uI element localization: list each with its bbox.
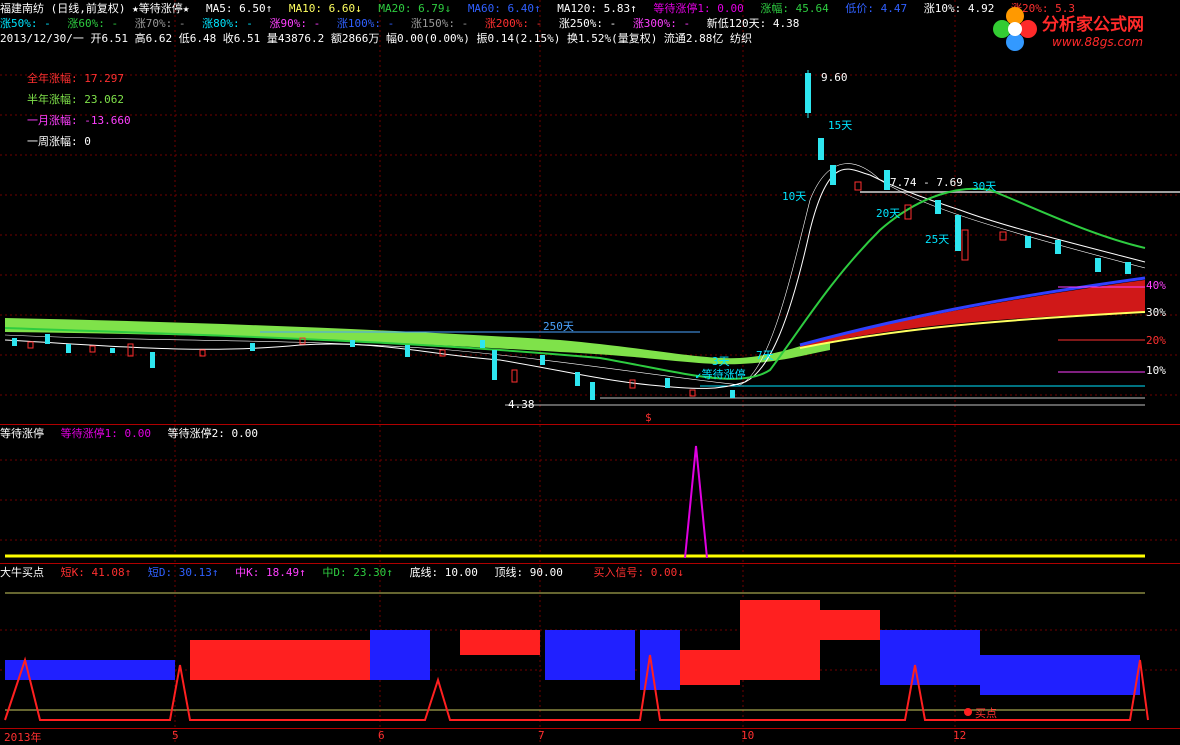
ma5-value: MA5: 6.50↑ <box>205 2 273 15</box>
label-15d: 15天 <box>828 119 853 132</box>
z90-value: 涨90%: - <box>269 17 321 30</box>
stock-title[interactable]: 福建南纺 (日线,前复权) ★等待涨停★ <box>0 2 189 15</box>
label-10d: 10天 <box>782 190 807 203</box>
pct40-label: 40% <box>1146 279 1166 292</box>
xaxis-label-1: 5 <box>172 729 179 742</box>
ma120-value: MA120: 5.83↑ <box>557 2 637 15</box>
ma60-value: MA60: 6.40↑ <box>467 2 541 15</box>
z70-value: 涨70%: - <box>134 17 186 30</box>
midk-value: 中K: 18.49↑ <box>235 566 306 579</box>
xaxis-label-4: 10 <box>741 729 755 742</box>
panel2-wait1: 等待涨停1: 0.00 <box>60 427 151 440</box>
xaxis-label-5: 12 <box>953 729 967 742</box>
shortk-value: 短K: 41.08↑ <box>60 566 132 579</box>
pct30-label: 30% <box>1146 306 1166 319</box>
label-30d: 30天 <box>972 180 997 193</box>
gain-value: 涨幅: 45.64 <box>760 2 829 15</box>
logo-name: 分析家公式网 <box>1042 15 1144 35</box>
z10-value: 涨10%: 4.92 <box>923 2 995 15</box>
half-gain: 半年涨幅: 23.062 <box>27 93 124 106</box>
logo-url[interactable]: www.88gs.com <box>1052 35 1143 49</box>
label-25d: 25天 <box>925 233 950 246</box>
z150-value: 涨150%: - <box>410 17 469 30</box>
panel2-header: 等待涨停 等待涨停1: 0.00 等待涨停2: 0.00 <box>0 426 268 441</box>
panel3-header: 大牛买点 短K: 41.08↑ 短D: 30.13↑ 中K: 18.49↑ 中D… <box>0 565 694 580</box>
bottom-line-value: 底线: 10.00 <box>409 566 478 579</box>
header-row-2: 涨50%: - 涨60%: - 涨70%: - 涨80%: - 涨90%: - … <box>0 16 809 31</box>
ma20-value: MA20: 6.79↓ <box>378 2 452 15</box>
newlow-value: 新低120天: 4.38 <box>706 17 800 30</box>
chart-canvas <box>0 0 1180 743</box>
z300-value: 涨300%: - <box>632 17 691 30</box>
z60-value: 涨60%: - <box>67 17 119 30</box>
dollar-mark: $ <box>645 411 652 424</box>
label-20d: 20天 <box>876 207 901 220</box>
low-mark: 4.38 <box>508 398 535 411</box>
ma250-band <box>5 318 830 365</box>
buy-dot <box>964 708 972 716</box>
wait-signal-spike <box>684 445 708 559</box>
panel2-wait2: 等待涨停2: 0.00 <box>167 427 258 440</box>
xaxis-label-2: 6 <box>378 729 385 742</box>
z50-value: 涨50%: - <box>0 17 51 30</box>
midd-value: 中D: 23.30↑ <box>322 566 393 579</box>
month-gain: 一月涨幅: -13.660 <box>27 114 131 127</box>
z200-value: 涨200%: - <box>484 17 543 30</box>
xaxis-label-3: 7 <box>538 729 545 742</box>
peak-label: 9.60 <box>821 71 848 84</box>
site-logo: 分析家公式网 www.88gs.com <box>990 0 1180 58</box>
wait1-value: 等待涨停1: 0.00 <box>653 2 744 15</box>
z80-value: 涨80%: - <box>202 17 253 30</box>
z100-value: 涨100%: - <box>336 17 395 30</box>
quote-row: 2013/12/30/一 开6.51 高6.62 低6.48 收6.51 量43… <box>0 32 753 45</box>
buy-point-label: 买点 <box>975 707 997 720</box>
low-value: 低价: 4.47 <box>845 2 908 15</box>
shortd-value: 短D: 30.13↑ <box>147 566 219 579</box>
z250-value: 涨250%: - <box>558 17 617 30</box>
flower-logo-icon <box>993 7 1037 51</box>
wait-limit-label: ↙等待涨停 <box>695 368 746 381</box>
year-gain: 全年涨幅: 17.297 <box>27 72 124 85</box>
pct20-label: 20% <box>1146 334 1166 347</box>
pct10-label: 10% <box>1146 364 1166 377</box>
range-label: 7.74 - 7.69 <box>890 176 963 189</box>
top-line-value: 顶线: 90.00 <box>494 566 563 579</box>
week-gain: 一周涨幅: 0 <box>27 135 91 148</box>
panel3-title[interactable]: 大牛买点 <box>0 566 44 579</box>
panel2-title[interactable]: 等待涨停 <box>0 427 44 440</box>
label-250d: 250天 <box>543 320 574 333</box>
header-row-1: 福建南纺 (日线,前复权) ★等待涨停★ MA5: 6.50↑ MA10: 6.… <box>0 1 1085 16</box>
ma10-value: MA10: 6.60↓ <box>288 2 362 15</box>
label-7d: 7天 <box>756 349 774 362</box>
buy-signal-value: 买入信号: 0.00↓ <box>593 566 684 579</box>
